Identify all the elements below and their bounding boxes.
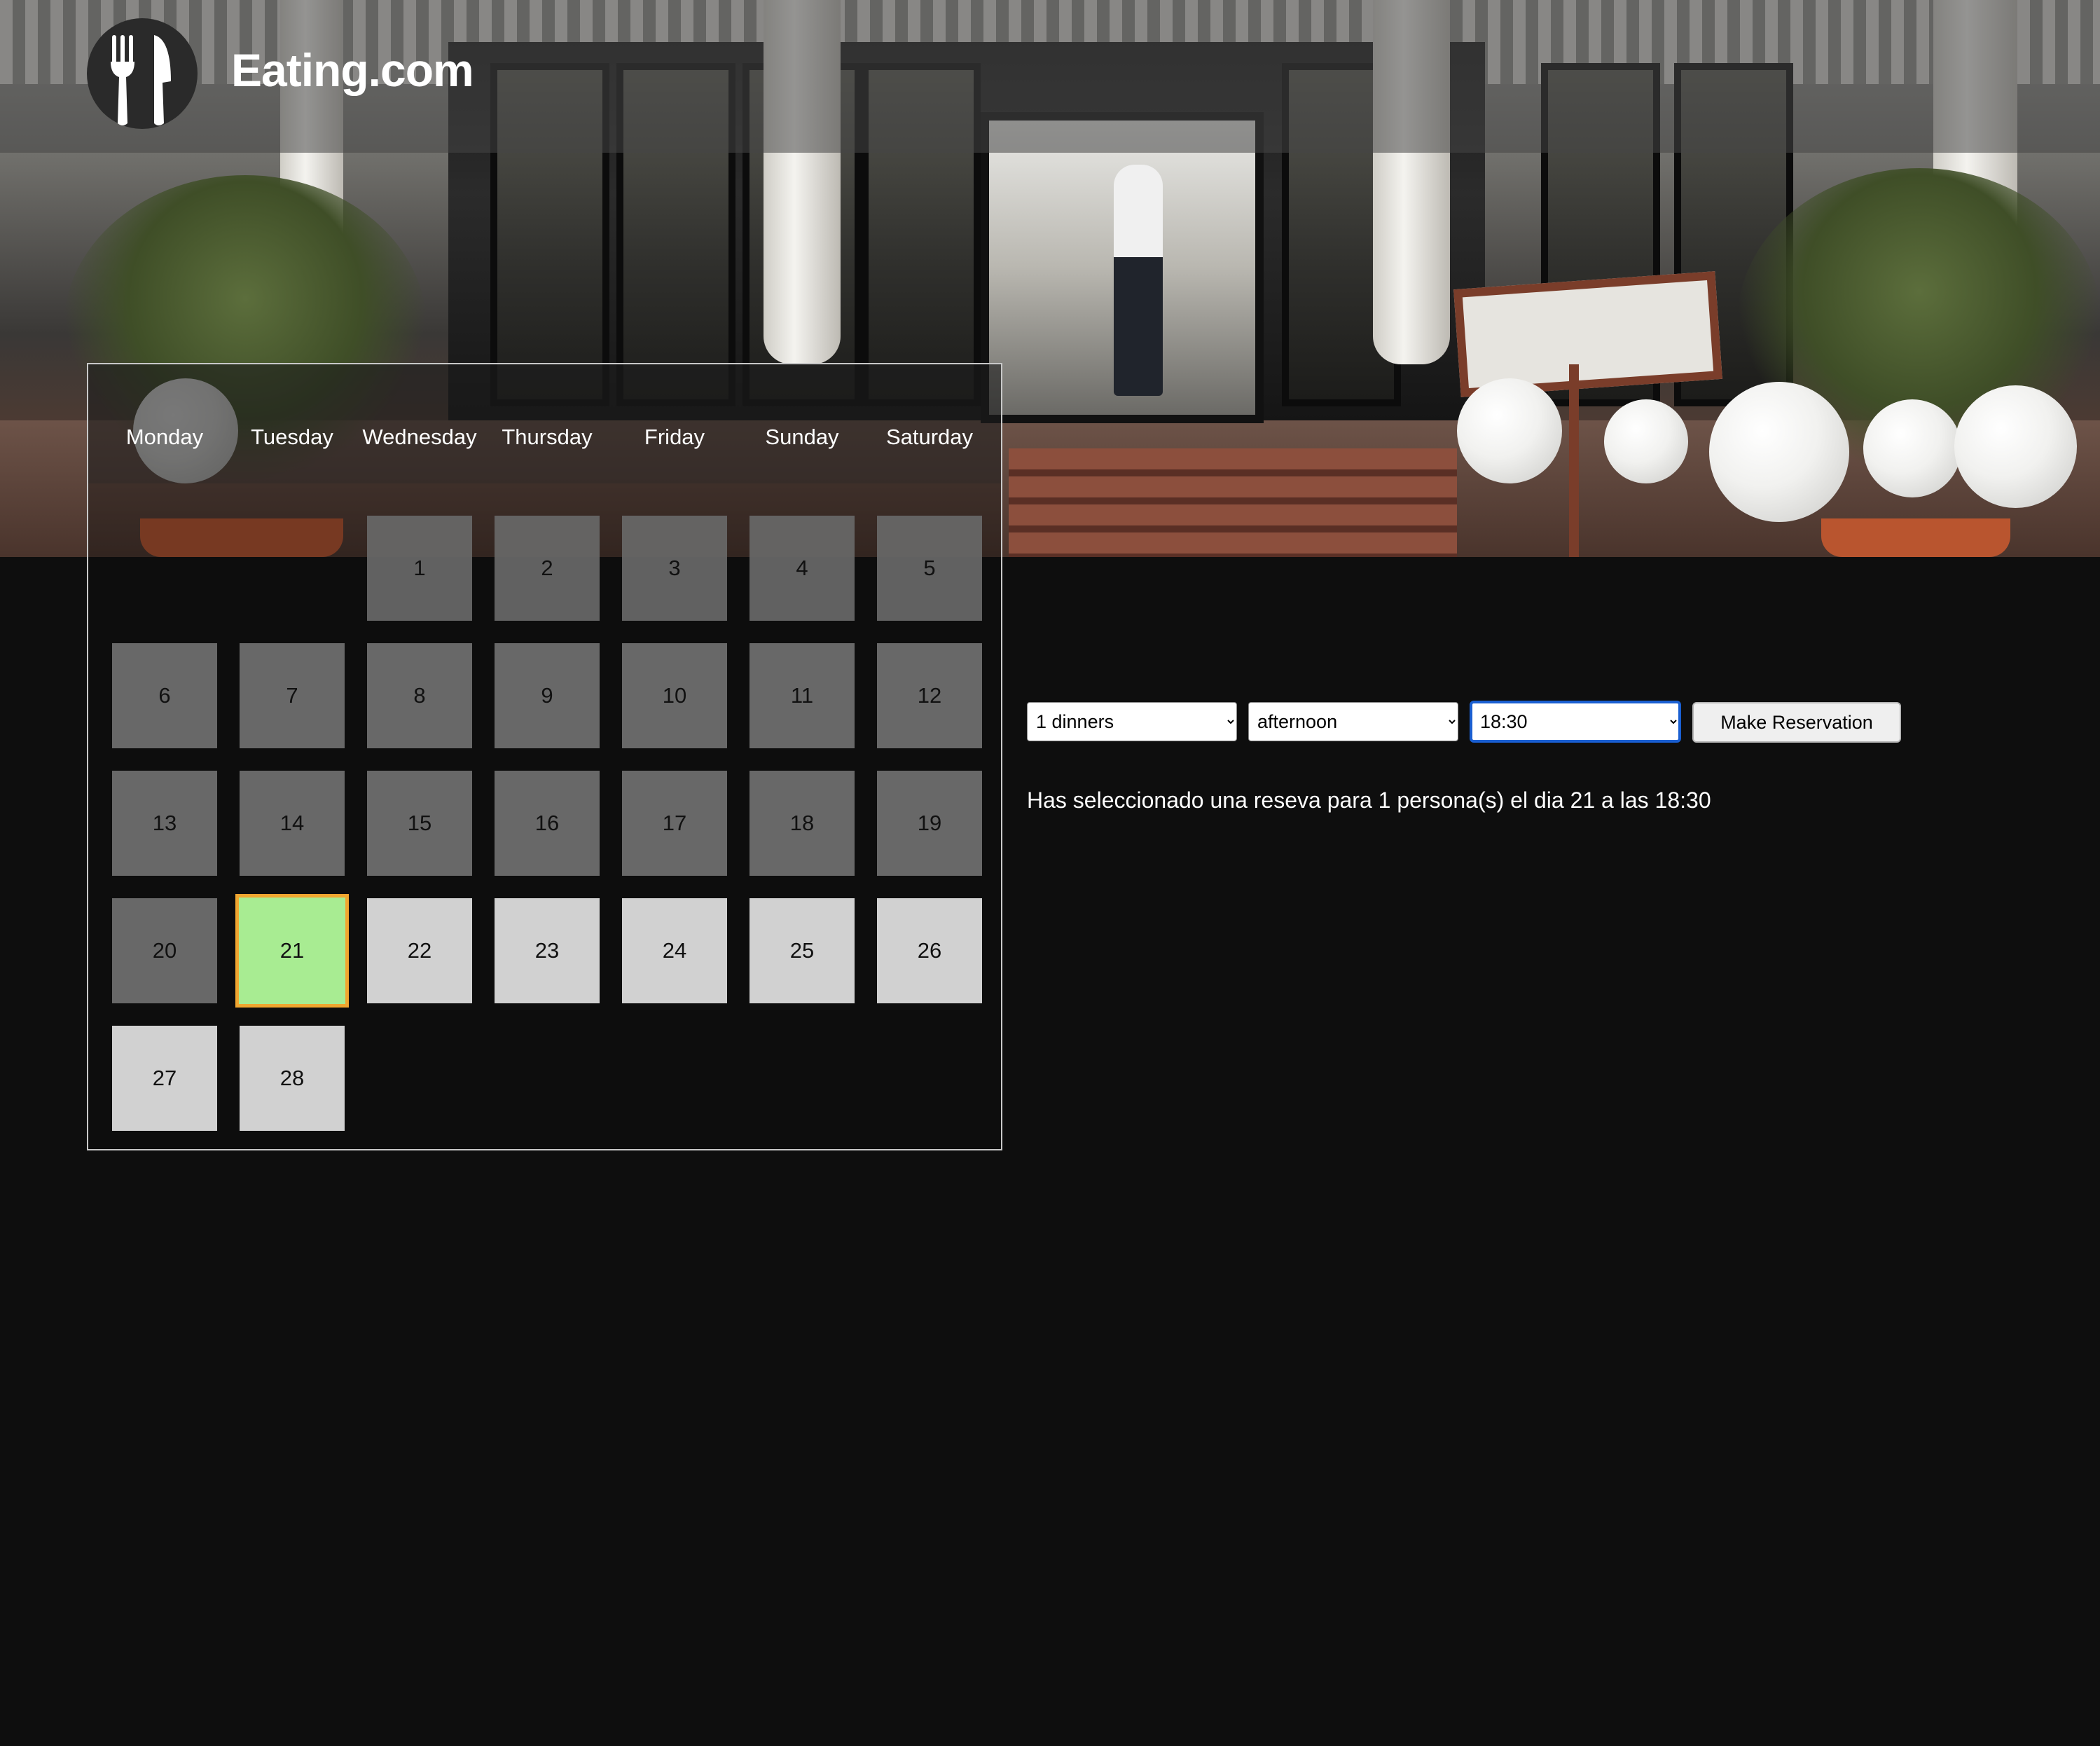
- calendar-day[interactable]: 25: [749, 898, 855, 1003]
- calendar-day[interactable]: 10: [622, 643, 727, 748]
- calendar-day[interactable]: 5: [877, 516, 982, 621]
- calendar-day[interactable]: 22: [367, 898, 472, 1003]
- reservation-summary: Has seleccionado una reseva para 1 perso…: [1027, 788, 1711, 813]
- calendar-day[interactable]: 17: [622, 771, 727, 876]
- calendar-weekday-header: [88, 364, 1001, 483]
- hero-person: [1114, 165, 1163, 396]
- logo[interactable]: [87, 18, 198, 129]
- weekday-label: Saturday: [885, 425, 974, 449]
- calendar-day[interactable]: 16: [495, 771, 600, 876]
- calendar-day[interactable]: 20: [112, 898, 217, 1003]
- calendar-day[interactable]: 9: [495, 643, 600, 748]
- calendar-day[interactable]: 3: [622, 516, 727, 621]
- calendar-day-selected[interactable]: 21: [235, 894, 349, 1008]
- brand-name[interactable]: Eating.com: [231, 43, 474, 97]
- weekday-label: Thursday: [502, 425, 593, 449]
- weekday-label: Wednesday: [362, 425, 477, 449]
- hero-globe-light: [1954, 385, 2077, 508]
- calendar-day[interactable]: 2: [495, 516, 600, 621]
- hero-menu-stand: [1569, 364, 1579, 557]
- calendar: Monday Tuesday Wednesday Thursday Friday…: [87, 363, 1002, 1150]
- calendar-day[interactable]: 6: [112, 643, 217, 748]
- fork-knife-icon: [111, 35, 171, 125]
- calendar-day[interactable]: 19: [877, 771, 982, 876]
- calendar-day[interactable]: 26: [877, 898, 982, 1003]
- calendar-day[interactable]: 23: [495, 898, 600, 1003]
- hero-globe-light: [1709, 382, 1849, 522]
- time-select[interactable]: 18:30: [1470, 701, 1681, 743]
- calendar-day[interactable]: 7: [240, 643, 345, 748]
- calendar-day[interactable]: 13: [112, 771, 217, 876]
- weekday-label: Friday: [644, 425, 705, 449]
- hero-stairs: [1009, 448, 1457, 557]
- hero-globe-light: [1604, 399, 1688, 483]
- weekday-label: Sunday: [765, 425, 839, 449]
- calendar-day[interactable]: 14: [240, 771, 345, 876]
- weekday-label: Tuesday: [251, 425, 333, 449]
- calendar-day[interactable]: 18: [749, 771, 855, 876]
- diners-select[interactable]: 1 dinners: [1027, 702, 1237, 741]
- calendar-day[interactable]: 4: [749, 516, 855, 621]
- calendar-day[interactable]: 15: [367, 771, 472, 876]
- hero-planter: [1821, 518, 2010, 557]
- period-select[interactable]: afternoon: [1248, 702, 1458, 741]
- calendar-day[interactable]: 1: [367, 516, 472, 621]
- weekday-label: Monday: [125, 425, 204, 449]
- make-reservation-button[interactable]: Make Reservation: [1692, 702, 1901, 743]
- hero-globe-light: [1863, 399, 1961, 497]
- calendar-day[interactable]: 28: [240, 1026, 345, 1131]
- calendar-day[interactable]: 11: [749, 643, 855, 748]
- calendar-day[interactable]: 12: [877, 643, 982, 748]
- calendar-day[interactable]: 8: [367, 643, 472, 748]
- hero-menu-board: [1453, 271, 1722, 397]
- calendar-day[interactable]: 24: [622, 898, 727, 1003]
- calendar-day[interactable]: 27: [112, 1026, 217, 1131]
- hero-globe-light: [1457, 378, 1562, 483]
